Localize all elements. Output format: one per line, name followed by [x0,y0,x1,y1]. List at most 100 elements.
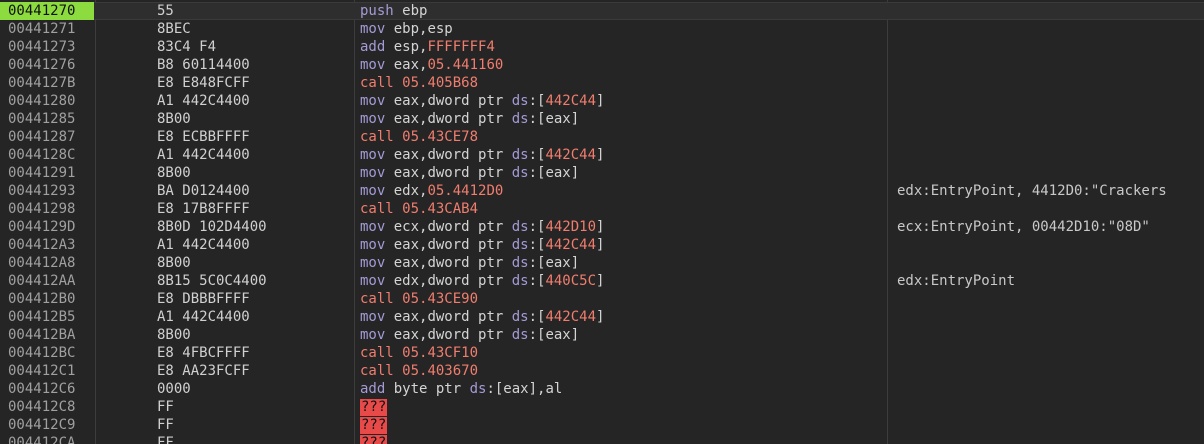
opcode-bytes: 8B15 5C0C4400 [157,273,267,289]
instruction-text: mov eax,dword ptr ds:[442C44] [360,147,605,163]
instruction-text: ??? [360,398,388,416]
address: 004412C1 [8,363,76,379]
address: 00441273 [8,39,76,55]
instruction-row[interactable]: 00441287 E8 ECBBFFFF call 05.43CE78 [0,128,1204,146]
instruction-row[interactable]: 004412BA 8B00 mov eax,dword ptr ds:[eax] [0,326,1204,344]
address: 004412BA [8,327,76,343]
address: 004412C8 [8,399,76,415]
address: 004412BC [8,345,76,361]
opcode-bytes: 8BEC [157,21,191,37]
instruction-row[interactable]: 00441276 B8 60114400 mov eax,05.441160 [0,56,1204,74]
invalid-instruction: ??? [360,435,388,444]
opcode-bytes: 8B00 [157,165,191,181]
address: 00441285 [8,111,76,127]
instruction-row[interactable]: 00441285 8B00 mov eax,dword ptr ds:[eax] [0,110,1204,128]
instruction-text: call 05.43CF10 [360,345,479,361]
invalid-instruction: ??? [360,399,388,416]
instruction-text: call 05.43CAB4 [360,201,479,217]
instruction-text: add byte ptr ds:[eax],al [360,381,563,397]
instruction-text: mov ecx,dword ptr ds:[442D10] [360,219,605,235]
address: 004412A3 [8,237,76,253]
instruction-text: mov eax,dword ptr ds:[442C44] [360,93,605,109]
instruction-row[interactable]: 004412B0 E8 DBBBFFFF call 05.43CE90 [0,290,1204,308]
opcode-bytes: 0000 [157,381,191,397]
address: 0044129D [8,219,76,235]
opcode-bytes: E8 17B8FFFF [157,201,250,217]
address: 004412CA [8,435,76,444]
instruction-text: mov eax,dword ptr ds:[eax] [360,255,580,271]
opcode-bytes: FF [157,399,174,415]
address: 00441298 [8,201,76,217]
opcode-bytes: E8 DBBBFFFF [157,291,250,307]
instruction-row[interactable]: 00441280 A1 442C4400 mov eax,dword ptr ds:… [0,92,1204,110]
disassembly-view[interactable]: 00441270 55 push ebp 00441271 8BEC mov ebp,es… [0,0,1204,444]
instruction-text: add esp,FFFFFFF4 [360,39,495,55]
instruction-text: mov eax,05.441160 [360,57,504,73]
instruction-row[interactable]: 0044129D 8B0D 102D4400 mov ecx,dword ptr d… [0,218,1204,236]
opcode-bytes: 8B0D 102D4400 [157,219,267,235]
address: 00441271 [8,21,76,37]
address: 004412AA [8,273,76,289]
instruction-row[interactable]: 00441298 E8 17B8FFFF call 05.43CAB4 [0,200,1204,218]
opcode-bytes: A1 442C4400 [157,237,250,253]
address: 004412B5 [8,309,76,325]
instruction-row[interactable]: 004412BC E8 4FBCFFFF call 05.43CF10 [0,344,1204,362]
address: 004412C6 [8,381,76,397]
instruction-row[interactable]: 004412A3 A1 442C4400 mov eax,dword ptr ds:… [0,236,1204,254]
opcode-bytes: BA D0124400 [157,183,250,199]
instruction-text: call 05.403670 [360,363,479,379]
address: 004412B0 [8,291,76,307]
instruction-row[interactable]: 00441271 8BEC mov ebp,esp [0,20,1204,38]
address: 00441291 [8,165,76,181]
instruction-text: mov eax,dword ptr ds:[442C44] [360,237,605,253]
instruction-text: mov eax,dword ptr ds:[eax] [360,111,580,127]
instruction-row[interactable]: 004412B5 A1 442C4400 mov eax,dword ptr ds:… [0,308,1204,326]
address: 0044127B [8,75,76,91]
opcode-bytes: A1 442C4400 [157,147,250,163]
instruction-row[interactable]: 0044127B E8 E848FCFF call 05.405B68 [0,74,1204,92]
address: 004412A8 [8,255,76,271]
instruction-text: call 05.405B68 [360,75,479,91]
comment: ecx:EntryPoint, 00442D10:"08D" [897,219,1150,235]
instruction-row[interactable]: 004412C1 E8 AA23FCFF call 05.403670 [0,362,1204,380]
instruction-text: mov ebp,esp [360,21,453,37]
opcode-bytes: 83C4 F4 [157,39,217,55]
address: 00441293 [8,183,76,199]
opcode-bytes: A1 442C4400 [157,309,250,325]
instruction-text: mov edx,05.4412D0 [360,183,504,199]
opcode-bytes: 8B00 [157,111,191,127]
address: 004412C9 [8,417,76,433]
opcode-bytes: FF [157,435,174,444]
opcode-bytes: A1 442C4400 [157,93,250,109]
opcode-bytes: 8B00 [157,255,191,271]
instruction-row[interactable]: 004412A8 8B00 mov eax,dword ptr ds:[eax] [0,254,1204,272]
instruction-text: push ebp [360,3,428,19]
instruction-row[interactable]: 004412CA FF??? [0,434,1204,444]
instruction-row[interactable]: 004412C8 FF??? [0,398,1204,416]
instruction-row[interactable]: 00441293 BA D0124400 mov edx,05.4412D0 edx:… [0,182,1204,200]
instruction-row[interactable]: 00441291 8B00 mov eax,dword ptr ds:[eax] [0,164,1204,182]
opcode-bytes: E8 E848FCFF [157,75,250,91]
instruction-row[interactable]: 00441270 55 push ebp [0,2,1204,20]
instruction-text: ??? [360,416,388,434]
instruction-text: mov eax,dword ptr ds:[442C44] [360,309,605,325]
instruction-row[interactable]: 004412AA 8B15 5C0C4400 mov edx,dword ptr d… [0,272,1204,290]
comment: edx:EntryPoint, 4412D0:"Crackers [897,183,1167,199]
opcode-bytes: E8 4FBCFFFF [157,345,250,361]
address: 00441287 [8,129,76,145]
address: 0044128C [8,147,76,163]
opcode-bytes: E8 ECBBFFFF [157,129,250,145]
instruction-row[interactable]: 0044128C A1 442C4400 mov eax,dword ptr ds:… [0,146,1204,164]
opcode-bytes: 8B00 [157,327,191,343]
opcode-bytes: E8 AA23FCFF [157,363,250,379]
instruction-row[interactable]: 004412C9 FF??? [0,416,1204,434]
instruction-row[interactable]: 00441273 83C4 F4 add esp,FFFFFFF4 [0,38,1204,56]
instruction-text: mov edx,dword ptr ds:[440C5C] [360,273,605,289]
instruction-text: call 05.43CE78 [360,129,479,145]
address: 00441276 [8,57,76,73]
opcode-bytes: FF [157,417,174,433]
instruction-row[interactable]: 004412C6 0000 add byte ptr ds:[eax],al [0,380,1204,398]
opcode-bytes: B8 60114400 [157,57,250,73]
invalid-instruction: ??? [360,417,388,434]
address: 00441280 [8,93,76,109]
